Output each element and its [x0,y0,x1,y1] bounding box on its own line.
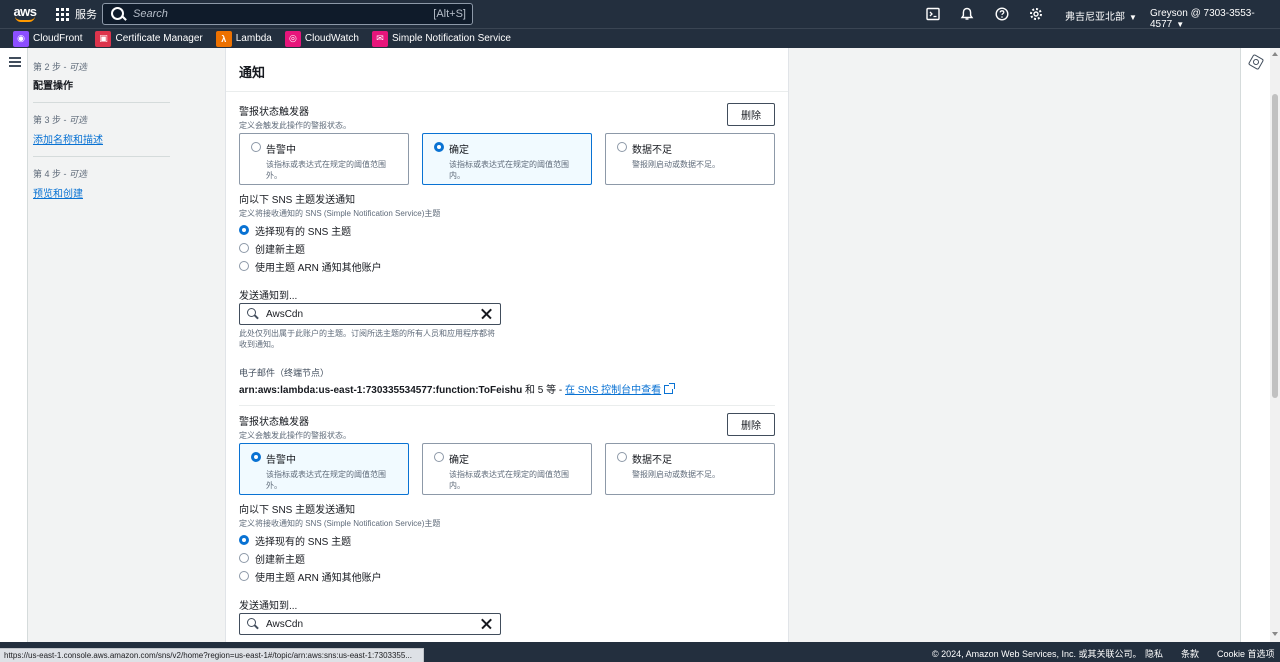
sns-topic-section: 向以下 SNS 主题发送通知 定义将接收通知的 SNS (Simple Noti… [239,191,775,275]
cloudfront-icon: ◉ [13,30,29,47]
radio[interactable] [434,452,444,462]
radio-topic-arn[interactable]: 使用主题 ARN 通知其他账户 [239,567,775,585]
radio[interactable] [617,142,627,152]
topic-input[interactable] [262,308,479,320]
sns-icon: ✉ [371,30,388,47]
wizard-steps: 第 2 步 - 可选 配置操作 第 3 步 - 可选 添加名称和描述 第 4 步… [33,60,173,220]
favorites-bar: ◉ CloudFront ▣ Certificate Manager λ Lam… [0,28,1280,48]
tile-insufficient-data[interactable]: 数据不足 警报刚启动或数据不足。 [605,133,775,185]
tile-ok[interactable]: 确定 该指标或表达式在规定的阈值范围内。 [422,443,592,495]
scroll-down-icon[interactable] [1272,632,1278,636]
alarm-state-tiles: 告警中 该指标或表达式在规定的阈值范围外。 确定 该指标或表达式在规定的阈值范围… [239,133,775,185]
sns-topic-section: 向以下 SNS 主题发送通知 定义将接收通知的 SNS (Simple Noti… [239,501,775,585]
topic-select[interactable] [239,613,501,635]
grid-icon [56,7,69,21]
send-to-section: 发送通知到... [239,597,775,642]
radio[interactable] [251,142,261,152]
services-menu-button[interactable]: 服务 [56,0,97,28]
bell-icon[interactable] [959,6,975,22]
step-link-add-name[interactable]: 添加名称和描述 [33,131,170,146]
step-link-preview[interactable]: 预览和创建 [33,185,170,200]
divider [239,405,775,406]
favorite-lambda[interactable]: λ Lambda [215,30,272,47]
status-bar-url: https://us-east-1.console.aws.amazon.com… [0,648,424,662]
send-to-section: 发送通知到... 此处仅列出属于此账户的主题。订阅所选主题的所有人员和应用程序都… [239,287,775,397]
account-menu[interactable]: Greyson @ 7303-3553-4577 ▼ [1150,8,1280,30]
tile-ok[interactable]: 确定 该指标或表达式在规定的阈值范围内。 [422,133,592,185]
side-nav-rail [0,48,28,642]
aws-logo[interactable]: aws [6,0,44,28]
radio-topic-arn[interactable]: 使用主题 ARN 通知其他账户 [239,257,775,275]
search-icon [246,616,262,632]
search-input[interactable] [129,8,434,20]
services-label: 服务 [75,9,97,21]
gear-icon[interactable] [1028,6,1044,22]
cloudshell-icon[interactable] [925,6,941,22]
global-search[interactable]: [Alt+S] [102,3,473,25]
tile-in-alarm[interactable]: 告警中 该指标或表达式在规定的阈值范围外。 [239,443,409,495]
card-title: 通知 [226,48,788,92]
topic-input[interactable] [262,618,479,630]
menu-icon[interactable] [9,57,21,67]
clear-icon[interactable] [479,306,495,322]
favorite-certificate-manager[interactable]: ▣ Certificate Manager [95,30,203,47]
region-selector[interactable]: 弗吉尼亚北部 ▼ [1065,8,1137,23]
tile-in-alarm[interactable]: 告警中 该指标或表达式在规定的阈值范围外。 [239,133,409,185]
top-navigation: aws 服务 [Alt+S] 弗吉尼亚北部 ▼ Greyson @ 7303-35… [0,0,1280,30]
search-icon [109,4,129,24]
radio-new-topic[interactable]: 创建新主题 [239,549,775,567]
wizard-step: 第 3 步 - 可选 添加名称和描述 [33,113,170,157]
view-in-sns-console-link[interactable]: 在 SNS 控制台中查看 [565,385,661,396]
radio-selected[interactable] [434,142,444,152]
radio-new-topic[interactable]: 创建新主题 [239,239,775,257]
topic-select[interactable] [239,303,501,325]
certificate-manager-icon: ▣ [95,30,112,47]
notification-card: 通知 警报状态触发器 定义会触发此操作的警报状态。 删除 告警中 该指标或表达式… [225,48,789,642]
remove-button[interactable]: 删除 [727,103,775,126]
radio-selected[interactable] [251,452,261,462]
scroll-up-icon[interactable] [1272,52,1278,56]
help-panel-rail [1240,48,1270,642]
radio[interactable] [617,452,627,462]
privacy-link[interactable]: 隐私 [1145,647,1163,660]
scrollbar-thumb[interactable] [1272,94,1278,398]
alarm-state-tiles: 告警中 该指标或表达式在规定的阈值范围外。 确定 该指标或表达式在规定的阈值范围… [239,443,775,495]
favorite-cloudfront[interactable]: ◉ CloudFront [13,30,82,47]
copyright: © 2024, Amazon Web Services, Inc. 或其关联公司… [932,649,1142,659]
current-step-label: 配置操作 [33,81,73,92]
radio-existing-topic[interactable]: 选择现有的 SNS 主题 [239,221,775,239]
terms-link[interactable]: 条款 [1181,647,1199,660]
search-shortcut: [Alt+S] [433,8,466,20]
external-link-icon [664,383,676,394]
remove-button[interactable]: 删除 [727,413,775,436]
favorite-sns[interactable]: ✉ Simple Notification Service [371,30,511,47]
favorite-cloudwatch[interactable]: ◎ CloudWatch [284,30,359,47]
endpoint-arn: arn:aws:lambda:us-east-1:730335534577:fu… [239,381,676,396]
help-icon[interactable] [994,6,1010,22]
alarm-trigger-section: 警报状态触发器 定义会触发此操作的警报状态。 删除 告警中 该指标或表达式在规定… [239,413,775,503]
cookie-preferences-link[interactable]: Cookie 首选项 [1217,647,1275,660]
clear-icon[interactable] [479,616,495,632]
scrollbar[interactable] [1270,48,1280,642]
search-icon [246,306,262,322]
lambda-icon: λ [215,30,232,47]
account-label: Greyson @ 7303-3553-4577 [1150,8,1255,30]
alarm-trigger-section: 警报状态触发器 定义会触发此操作的警报状态。 删除 告警中 该指标或表达式在规定… [239,103,775,193]
wizard-step: 第 2 步 - 可选 配置操作 [33,60,170,103]
caret-down-icon: ▼ [1129,13,1137,22]
cloudwatch-icon: ◎ [284,30,301,47]
region-label: 弗吉尼亚北部 [1065,12,1125,23]
tile-insufficient-data[interactable]: 数据不足 警报刚启动或数据不足。 [605,443,775,495]
wizard-step: 第 4 步 - 可选 预览和创建 [33,167,170,210]
radio-existing-topic[interactable]: 选择现有的 SNS 主题 [239,531,775,549]
